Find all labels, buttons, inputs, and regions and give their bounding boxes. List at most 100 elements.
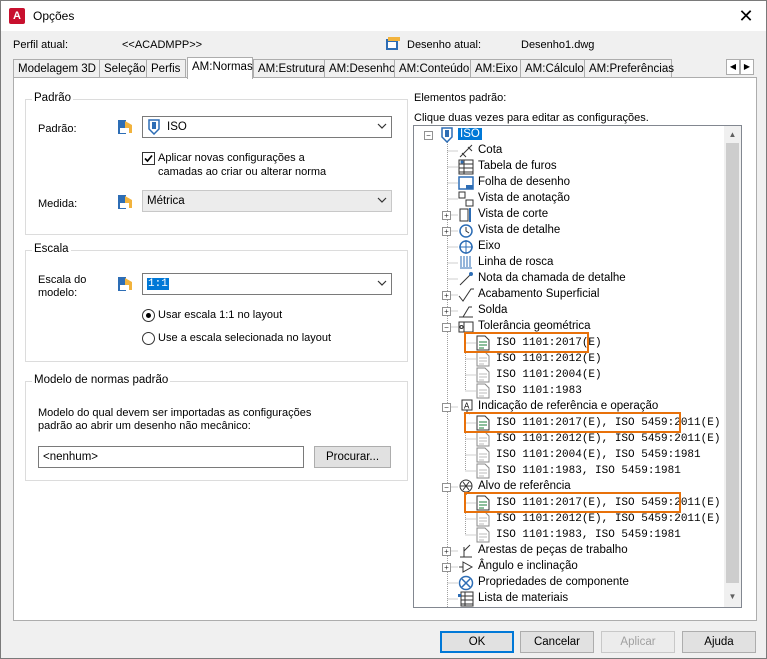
tab-am-calculo[interactable]: AM:Cálculo xyxy=(520,59,585,78)
standard-icon xyxy=(117,119,133,135)
collapse-minus-icon[interactable]: − xyxy=(442,483,451,492)
collapse-minus-icon[interactable]: − xyxy=(442,323,451,332)
escala-group: Escala Escala do modelo: 1:1 Usar escala… xyxy=(25,243,408,362)
tree-node-label: Acabamento Superficial xyxy=(478,288,600,300)
apply-layers-checkbox[interactable] xyxy=(142,152,155,165)
chevron-down-icon xyxy=(377,278,387,288)
hole-table-icon xyxy=(458,159,474,175)
tree-node-label: Vista de detalhe xyxy=(478,224,561,236)
scroll-down-icon[interactable]: ▼ xyxy=(728,592,737,601)
tab-am-normas[interactable]: AM:Normas xyxy=(187,57,253,79)
scroll-up-icon[interactable]: ▲ xyxy=(728,130,737,139)
document-icon xyxy=(476,431,492,447)
tab-am-eixo[interactable]: AM:Eixo xyxy=(470,59,521,78)
iso-standard-icon xyxy=(440,127,456,144)
document-icon xyxy=(476,463,492,479)
tree-node-label: Tolerância geométrica xyxy=(478,320,591,332)
tree-node-label: Solda xyxy=(478,304,508,316)
measure-icon xyxy=(117,194,133,210)
tree-node-label: Ângulo e inclinação xyxy=(478,560,578,572)
autocad-app-icon: A xyxy=(9,8,25,24)
collapse-minus-icon[interactable]: − xyxy=(442,403,451,412)
tree-node-label: Vista de corte xyxy=(478,208,549,220)
close-icon[interactable]: ✕ xyxy=(734,5,758,27)
tree-vertical-scrollbar[interactable]: ▲ ▼ xyxy=(724,126,741,607)
standard-elements-tree[interactable]: − ISO Cota Tabela de furos Folha de dese… xyxy=(413,125,742,608)
tree-node-label: ISO 1101:1983, ISO 5459:1981 xyxy=(496,529,681,541)
tab-am-conteudo[interactable]: AM:Conteúdo xyxy=(394,59,471,78)
scale-icon xyxy=(117,276,133,292)
tab-am-preferencias[interactable]: AM:Preferências xyxy=(584,59,674,78)
detail-view-icon xyxy=(458,223,474,239)
radio-selected-scale[interactable] xyxy=(142,332,155,345)
expand-plus-icon[interactable]: + xyxy=(442,227,451,236)
measure-select[interactable]: Métrica xyxy=(142,190,392,212)
window-title: Opções xyxy=(33,9,75,23)
expand-plus-icon[interactable]: + xyxy=(442,307,451,316)
tree-node-label: ISO 1101:1983 xyxy=(496,385,582,397)
escala-group-title: Escala xyxy=(32,243,71,255)
tree-node-label: ISO 1101:1983, ISO 5459:1981 xyxy=(496,465,681,477)
tree-node-label: Linha de rosca xyxy=(478,256,554,268)
template-description-line1: Modelo do qual devem ser importadas as c… xyxy=(38,407,312,419)
template-group: Modelo de normas padrão Modelo do qual d… xyxy=(25,374,408,481)
model-scale-label-line2: modelo: xyxy=(38,287,78,299)
apply-button[interactable]: Aplicar xyxy=(601,631,675,653)
document-icon xyxy=(476,511,492,527)
expand-plus-icon[interactable]: + xyxy=(442,211,451,220)
template-path-input[interactable]: <nenhum> xyxy=(38,446,304,468)
expand-plus-icon[interactable]: + xyxy=(442,291,451,300)
svg-text:A: A xyxy=(464,402,470,411)
standard-label: Padrão: xyxy=(38,123,77,135)
ok-button[interactable]: OK xyxy=(440,631,514,653)
model-scale-select[interactable]: 1:1 xyxy=(142,273,392,295)
root-collapse-icon[interactable]: − xyxy=(424,131,433,140)
highlight-box xyxy=(464,412,681,433)
tree-node-label: Tabela de furos xyxy=(478,160,557,172)
bill-of-materials-icon xyxy=(458,591,474,607)
profile-label: Perfil atual: xyxy=(13,39,69,51)
tab-am-estrutura[interactable]: AM:Estrutura xyxy=(253,59,325,78)
tree-node-label: Eixo xyxy=(478,240,501,252)
highlight-box xyxy=(464,332,589,353)
scrollbar-thumb[interactable] xyxy=(726,143,739,583)
document-icon xyxy=(476,447,492,463)
template-group-title: Modelo de normas padrão xyxy=(32,374,171,386)
radio-use-1-1-scale[interactable] xyxy=(142,309,155,322)
standard-select[interactable]: ISO xyxy=(142,116,392,138)
chevron-down-icon xyxy=(377,195,387,205)
elements-title: Elementos padrão: xyxy=(414,92,507,104)
tree-node-label: ISO 1101:2012(E), ISO 5459:2011(E) xyxy=(496,513,721,525)
drawing-label: Desenho atual: xyxy=(407,39,481,51)
model-scale-label-line1: Escala do xyxy=(38,274,87,286)
dimension-icon xyxy=(458,143,474,159)
highlight-box xyxy=(464,492,681,513)
template-description-line2: padrão ao abrir um desenho não mecânico: xyxy=(38,420,251,432)
expand-plus-icon[interactable]: + xyxy=(442,563,451,572)
radio-use-1-1-scale-label: Usar escala 1:1 no layout xyxy=(158,309,283,321)
model-scale-value: 1:1 xyxy=(147,278,169,290)
cancel-button[interactable]: Cancelar xyxy=(520,631,594,653)
tree-node-label: Nota da chamada de detalhe xyxy=(478,272,626,284)
tab-perfis[interactable]: Perfis xyxy=(146,59,186,78)
apply-layers-label-line2: camadas ao criar ou alterar norma xyxy=(158,166,327,178)
tab-scroll-left-icon[interactable]: ◀ xyxy=(726,59,740,75)
measure-value: Métrica xyxy=(147,195,185,207)
browse-button[interactable]: Procurar... xyxy=(314,446,391,468)
axis-icon xyxy=(458,239,474,255)
tree-node-label: Folha de desenho xyxy=(478,176,571,188)
padrao-group-title: Padrão xyxy=(32,92,74,104)
weld-icon xyxy=(458,303,474,319)
workpiece-edges-icon xyxy=(458,543,474,559)
apply-layers-label-line1: Aplicar novas configurações a xyxy=(158,152,305,164)
tree-node-label: ISO 1101:2012(E) xyxy=(496,353,602,365)
tree-node-label: Lista de materiais xyxy=(478,592,569,604)
help-button[interactable]: Ajuda xyxy=(682,631,756,653)
expand-plus-icon[interactable]: + xyxy=(442,547,451,556)
tab-am-desenho[interactable]: AM:Desenho xyxy=(324,59,395,78)
tab-scroll-right-icon[interactable]: ▶ xyxy=(740,59,754,75)
profile-value: <<ACADMPP>> xyxy=(122,39,203,51)
tab-selecao[interactable]: Seleção xyxy=(99,59,147,78)
options-dialog: A Opções ✕ Perfil atual: <<ACADMPP>> Des… xyxy=(0,0,767,659)
tab-modelagem-3d[interactable]: Modelagem 3D xyxy=(13,59,100,78)
